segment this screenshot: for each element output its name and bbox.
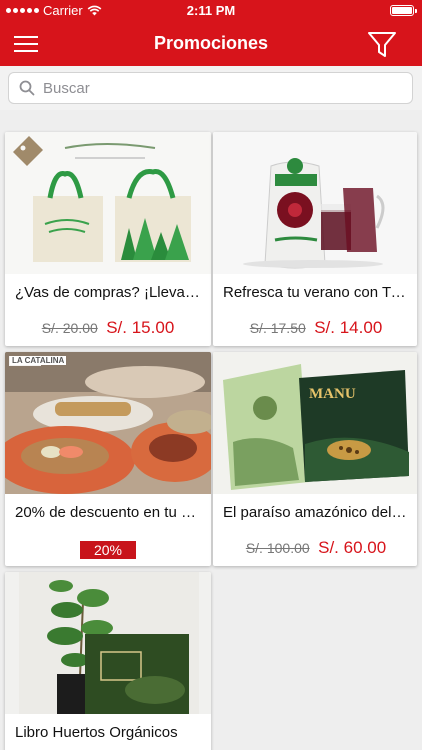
search-bar	[0, 66, 422, 110]
old-price: S/. 17.50	[249, 320, 306, 336]
current-price: S/. 60.00	[318, 538, 387, 557]
product-image-restaurant-food: LA CATALINA	[5, 352, 211, 494]
product-image-juice-pack	[213, 132, 417, 274]
restaurant-logo: LA CATALINA	[10, 356, 67, 365]
product-title: Refresca tu verano con Tutandina	[223, 284, 409, 301]
product-card[interactable]: ¿Vas de compras? ¡Lleva tu bolsa! S/. 20…	[5, 132, 211, 346]
search-icon	[19, 80, 35, 96]
current-price: S/. 15.00	[106, 318, 175, 337]
product-prices: S/. 100.00 S/. 60.00	[213, 538, 417, 558]
page-title: Promociones	[153, 33, 269, 53]
product-prices: S/. 20.00 S/. 15.00	[5, 318, 211, 338]
filter-icon[interactable]	[366, 28, 398, 60]
status-bar: Carrier 2:11 PM	[0, 0, 422, 22]
product-card[interactable]: Refresca tu verano con Tutandina S/. 17.…	[213, 132, 417, 346]
old-price: S/. 100.00	[245, 540, 310, 556]
discount-badge: 20%	[79, 541, 137, 559]
product-image-manu-books: MANU	[213, 352, 417, 494]
product-title: 20% de descuento en tu pedido	[15, 504, 201, 521]
navigation-bar: Promociones	[0, 22, 422, 66]
product-card[interactable]: Libro Huertos Orgánicos	[5, 572, 211, 750]
product-image-plant-book	[5, 572, 211, 714]
app-header: Carrier 2:11 PM Promociones	[0, 0, 422, 66]
old-price: S/. 20.00	[41, 320, 98, 336]
current-price: S/. 14.00	[314, 318, 383, 337]
product-title: ¿Vas de compras? ¡Lleva tu bolsa!	[15, 284, 201, 301]
product-card[interactable]: LA CATALINA 20% de descuento en tu pedid…	[5, 352, 211, 566]
product-title: El paraíso amazónico del Perú	[223, 504, 409, 521]
product-prices: 20%	[5, 538, 211, 560]
status-time: 2:11 PM	[186, 3, 236, 18]
product-title: Libro Huertos Orgánicos	[15, 724, 178, 741]
battery-icon	[390, 5, 417, 16]
search-input[interactable]	[43, 79, 403, 97]
product-prices: S/. 17.50 S/. 14.00	[213, 318, 417, 338]
product-card[interactable]: MANU El paraíso amazónico del Perú S/. 1…	[213, 352, 417, 566]
svg-text:MANU: MANU	[309, 386, 356, 402]
search-box[interactable]	[8, 72, 413, 104]
product-image-reusable-bags	[5, 132, 211, 274]
